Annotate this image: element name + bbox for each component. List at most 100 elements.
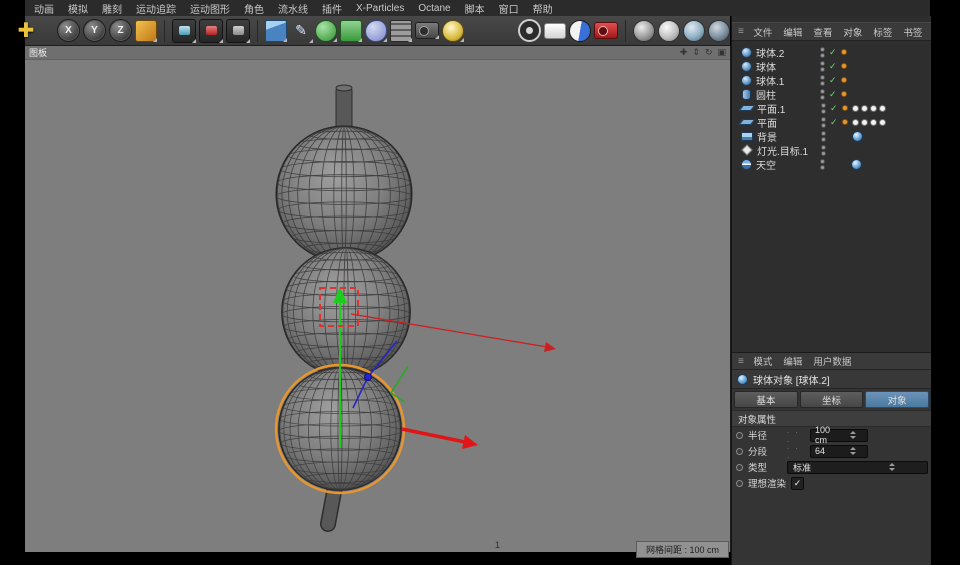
layer-dot-icon[interactable] xyxy=(841,77,847,83)
visibility-dots-icon[interactable] xyxy=(820,89,825,100)
menu-item[interactable]: 运动追踪 xyxy=(129,1,183,16)
enabled-check-icon[interactable]: ✓ xyxy=(829,62,837,71)
keyframe-circle-icon[interactable] xyxy=(736,432,743,439)
object-row[interactable]: 球体 ✓ xyxy=(732,59,931,73)
viewport-canvas[interactable] xyxy=(25,46,730,552)
visibility-dots-icon[interactable] xyxy=(821,103,826,114)
segments-input[interactable]: 64 xyxy=(810,445,868,458)
interactive-render-region-button[interactable] xyxy=(518,19,541,42)
tab-basic[interactable]: 基本 xyxy=(734,391,798,408)
display-sphere-light-icon[interactable] xyxy=(658,20,680,42)
object-manager-menu-item[interactable]: 书签 xyxy=(898,25,928,39)
panel-menu-icon[interactable]: ≡ xyxy=(734,356,748,367)
render-toggle-button[interactable] xyxy=(569,20,591,42)
object-row[interactable]: 灯光.目标.1 ✓ xyxy=(732,143,931,157)
render-view-button[interactable] xyxy=(172,19,196,43)
layer-dot-icon[interactable] xyxy=(841,49,847,55)
tag-area[interactable] xyxy=(852,131,863,142)
object-row[interactable]: 平面.1 ✓ xyxy=(732,101,931,115)
viewport-toggle-icon[interactable]: ▣ xyxy=(717,46,726,59)
display-sphere-blue-icon[interactable] xyxy=(683,20,705,42)
tab-coordinates[interactable]: 坐标 xyxy=(800,391,864,408)
texture-tag-icon[interactable] xyxy=(851,159,862,170)
new-material-button[interactable] xyxy=(544,23,566,39)
menu-item[interactable]: 雕刻 xyxy=(95,1,129,16)
object-row[interactable]: 背景 ✓ xyxy=(732,129,931,143)
object-manager-menu-item[interactable]: 标签 xyxy=(868,25,898,39)
visibility-dots-icon[interactable] xyxy=(820,159,825,170)
visibility-dots-icon[interactable] xyxy=(820,75,825,86)
tag-area[interactable] xyxy=(852,119,886,126)
octane-render-button[interactable] xyxy=(594,22,618,39)
attribute-menu-item[interactable]: 用户数据 xyxy=(808,354,857,368)
compositing-tag-icon[interactable] xyxy=(852,105,859,112)
display-sphere-gray-icon[interactable] xyxy=(633,20,655,42)
object-manager-menu-item[interactable]: 编辑 xyxy=(778,25,808,39)
spline-pen-button[interactable]: ✎ xyxy=(290,20,312,42)
coordinate-system-button[interactable] xyxy=(135,20,157,42)
z-axis-lock-button[interactable]: Z xyxy=(109,19,132,42)
compositing-tag-icon[interactable] xyxy=(852,119,859,126)
viewport-pan-icon[interactable]: ✚ xyxy=(680,46,688,59)
compositing-tag-icon[interactable] xyxy=(861,119,868,126)
type-dropdown[interactable]: 标准 xyxy=(787,461,928,474)
attribute-menu-item[interactable]: 模式 xyxy=(748,354,778,368)
add-camera-button[interactable] xyxy=(415,22,439,39)
menu-item[interactable]: X-Particles xyxy=(349,3,411,14)
visibility-dots-icon[interactable] xyxy=(820,61,825,72)
object-manager-menu-item[interactable]: 查看 xyxy=(808,25,838,39)
compositing-tag-icon[interactable] xyxy=(870,119,877,126)
tag-area[interactable] xyxy=(851,159,862,170)
radius-input[interactable]: 100 cm xyxy=(810,429,868,442)
add-deformer-button[interactable] xyxy=(340,20,362,42)
keyframe-circle-icon[interactable] xyxy=(736,480,743,487)
enabled-check-icon[interactable]: ✓ xyxy=(829,48,837,57)
add-metaball-button[interactable] xyxy=(365,20,387,42)
layer-dot-icon[interactable] xyxy=(842,105,848,111)
add-cube-primitive-button[interactable] xyxy=(265,20,287,42)
menu-item[interactable]: Octane xyxy=(411,3,457,14)
spinner-icon[interactable] xyxy=(840,431,865,439)
compositing-tag-icon[interactable] xyxy=(861,105,868,112)
layer-dot-icon[interactable] xyxy=(841,63,847,69)
move-tool-icon[interactable]: ✚ xyxy=(13,17,39,45)
attribute-menu-item[interactable]: 编辑 xyxy=(778,354,808,368)
menu-item[interactable]: 角色 xyxy=(237,1,271,16)
tag-area[interactable] xyxy=(852,105,886,112)
tab-object[interactable]: 对象 xyxy=(865,391,929,408)
menu-item[interactable]: 窗口 xyxy=(492,1,526,16)
y-axis-lock-button[interactable]: Y xyxy=(83,19,106,42)
menu-item[interactable]: 运动图形 xyxy=(183,1,237,16)
display-sphere-dark-icon[interactable] xyxy=(708,20,730,42)
compositing-tag-icon[interactable] xyxy=(879,119,886,126)
object-row[interactable]: 球体.1 ✓ xyxy=(732,73,931,87)
menu-item[interactable]: 脚本 xyxy=(458,1,492,16)
compositing-tag-icon[interactable] xyxy=(870,105,877,112)
object-row[interactable]: 天空 ✓ xyxy=(732,157,931,171)
viewport-rotate-icon[interactable]: ↻ xyxy=(705,46,713,59)
add-generator-button[interactable] xyxy=(315,20,337,42)
layer-dot-icon[interactable] xyxy=(842,119,848,125)
object-manager-menu-item[interactable]: 对象 xyxy=(838,25,868,39)
ideal-render-checkbox[interactable]: ✓ xyxy=(791,477,804,490)
menu-item[interactable]: 流水线 xyxy=(271,1,315,16)
menu-item[interactable]: 帮助 xyxy=(526,1,560,16)
visibility-dots-icon[interactable] xyxy=(821,131,826,142)
visibility-dots-icon[interactable] xyxy=(821,145,826,156)
panel-menu-icon[interactable]: ≡ xyxy=(734,26,748,37)
render-settings-button[interactable] xyxy=(226,19,250,43)
menu-item[interactable]: 模拟 xyxy=(61,1,95,16)
texture-tag-icon[interactable] xyxy=(852,131,863,142)
menu-item[interactable]: 动画 xyxy=(27,1,61,16)
object-row[interactable]: 圆柱 ✓ xyxy=(732,87,931,101)
enabled-check-icon[interactable]: ✓ xyxy=(830,118,838,127)
visibility-dots-icon[interactable] xyxy=(820,47,825,58)
x-axis-lock-button[interactable]: X xyxy=(57,19,80,42)
object-row[interactable]: 平面 ✓ xyxy=(732,115,931,129)
keyframe-circle-icon[interactable] xyxy=(736,464,743,471)
add-light-button[interactable] xyxy=(442,20,464,42)
keyframe-circle-icon[interactable] xyxy=(736,448,743,455)
add-array-button[interactable] xyxy=(390,20,412,42)
menu-item[interactable]: 插件 xyxy=(315,1,349,16)
layer-dot-icon[interactable] xyxy=(841,91,847,97)
